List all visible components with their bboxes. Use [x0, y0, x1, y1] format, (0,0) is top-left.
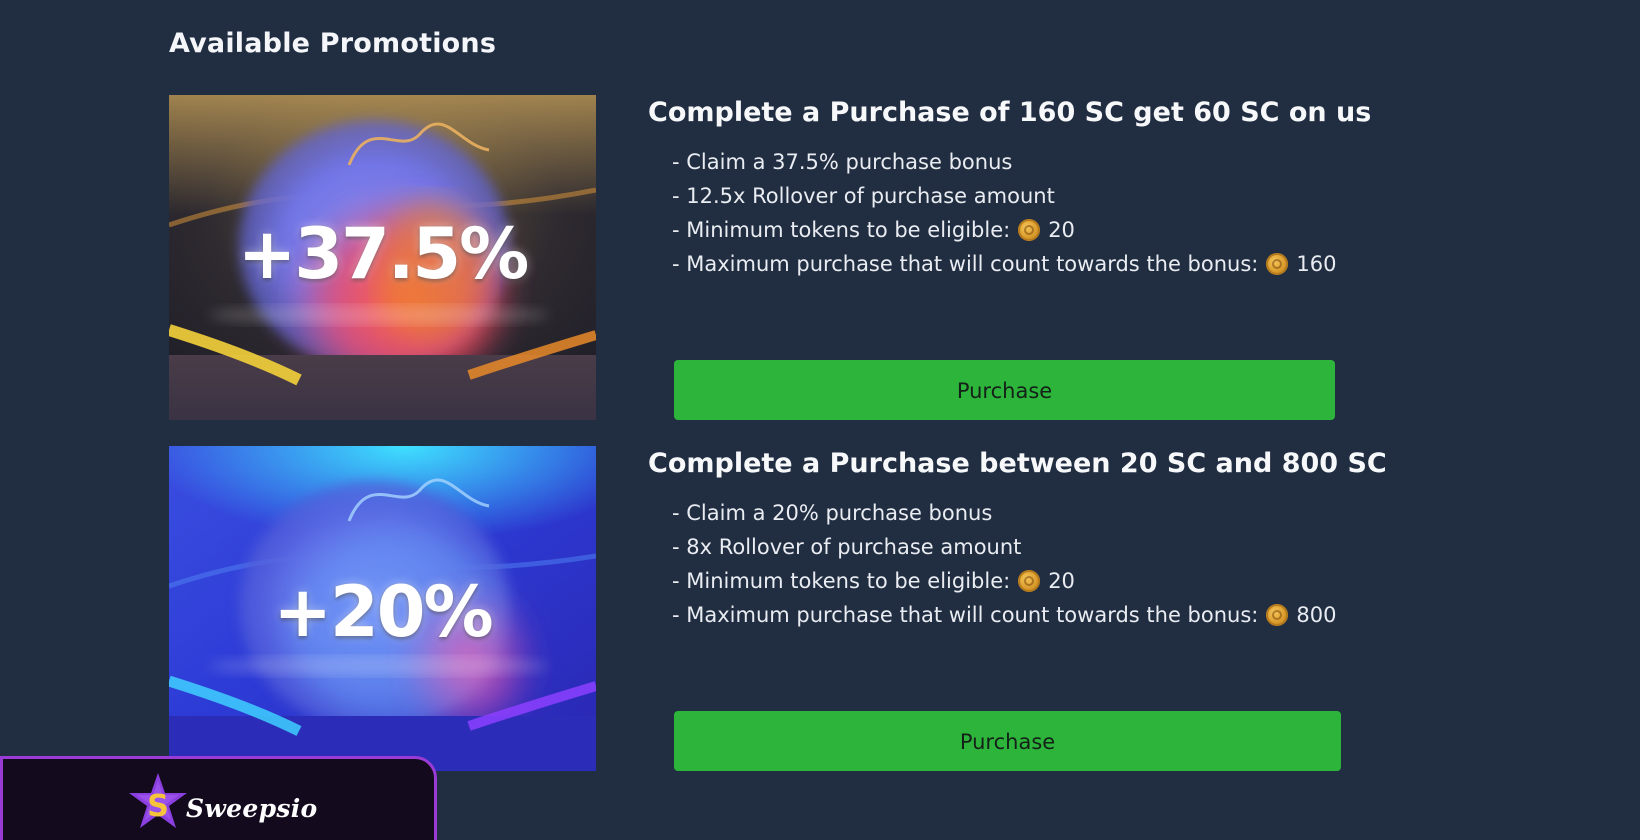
brand-watermark: S Sweepsio — [0, 756, 437, 840]
bonus-term: - Claim a 37.5% purchase bonus — [672, 145, 1468, 179]
maximum-term-value: 160 — [1296, 252, 1337, 276]
promotion-badge: +20% — [273, 571, 493, 653]
coin-icon — [1018, 570, 1041, 592]
minimum-term-value: 20 — [1048, 569, 1075, 593]
star-logo-icon: S — [129, 773, 187, 828]
maximum-term: - Maximum purchase that will count towar… — [672, 247, 1468, 281]
minimum-term: - Minimum tokens to be eligible: 20 — [672, 213, 1468, 247]
promotion-card: +37.5% Complete a Purchase of 160 SC get… — [169, 95, 1469, 420]
bonus-term-text: - Claim a 20% purchase bonus — [672, 501, 993, 525]
minimum-term-label: - Minimum tokens to be eligible: — [672, 569, 1011, 593]
maximum-term: - Maximum purchase that will count towar… — [672, 598, 1468, 632]
minimum-term-label: - Minimum tokens to be eligible: — [672, 218, 1011, 242]
section-title: Available Promotions — [169, 28, 497, 59]
rollover-term-text: - 8x Rollover of purchase amount — [672, 535, 1022, 559]
bonus-term-text: - Claim a 37.5% purchase bonus — [672, 150, 1013, 174]
minimum-term: - Minimum tokens to be eligible: 20 — [672, 564, 1468, 598]
maximum-term-label: - Maximum purchase that will count towar… — [672, 252, 1259, 276]
promotion-image: +37.5% — [169, 95, 596, 420]
rollover-term: - 8x Rollover of purchase amount — [672, 530, 1468, 564]
promotion-heading: Complete a Purchase of 160 SC get 60 SC … — [648, 97, 1372, 128]
promotion-terms: - Claim a 37.5% purchase bonus - 12.5x R… — [672, 145, 1468, 281]
promotion-heading: Complete a Purchase between 20 SC and 80… — [648, 448, 1387, 479]
coin-icon — [1266, 253, 1289, 275]
promotion-card: +20% Complete a Purchase between 20 SC a… — [169, 446, 1469, 771]
brand-name: Sweepsio — [186, 794, 318, 823]
promotion-details: Complete a Purchase of 160 SC get 60 SC … — [648, 95, 1468, 281]
svg-text:S: S — [147, 789, 169, 824]
coin-icon — [1018, 219, 1041, 241]
maximum-term-label: - Maximum purchase that will count towar… — [672, 603, 1259, 627]
promotion-badge: +37.5% — [237, 213, 530, 295]
minimum-term-value: 20 — [1048, 218, 1075, 242]
promotion-details: Complete a Purchase between 20 SC and 80… — [648, 446, 1468, 632]
promotions-page: Available Promotions +37.5% Complete a P… — [0, 0, 1640, 840]
promotion-image: +20% — [169, 446, 596, 771]
bonus-term: - Claim a 20% purchase bonus — [672, 496, 1468, 530]
rollover-term: - 12.5x Rollover of purchase amount — [672, 179, 1468, 213]
rollover-term-text: - 12.5x Rollover of purchase amount — [672, 184, 1055, 208]
maximum-term-value: 800 — [1296, 603, 1337, 627]
promotion-terms: - Claim a 20% purchase bonus - 8x Rollov… — [672, 496, 1468, 632]
purchase-button[interactable]: Purchase — [674, 360, 1335, 420]
coin-icon — [1266, 604, 1289, 626]
purchase-button[interactable]: Purchase — [674, 711, 1341, 771]
